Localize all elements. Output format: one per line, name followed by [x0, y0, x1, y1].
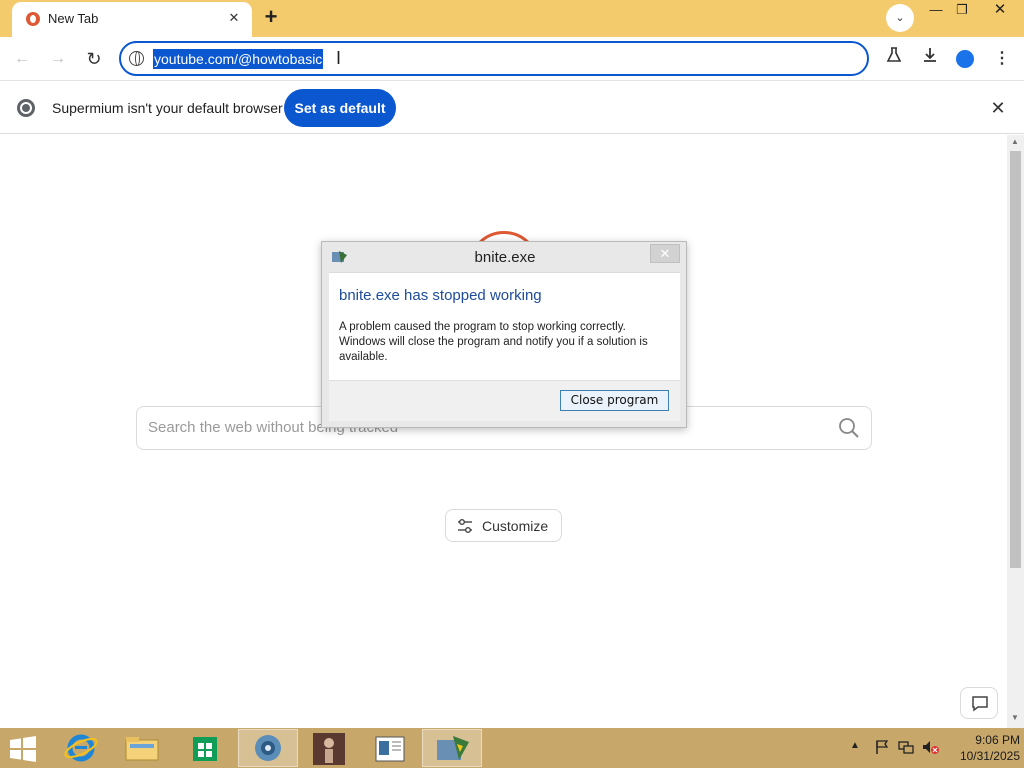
store-icon[interactable]: [175, 729, 235, 767]
browser-titlebar: New Tab ✕ + ⌄ — ❐ ✕: [0, 0, 1024, 37]
menu-icon[interactable]: ⋮: [989, 46, 1015, 72]
tray-overflow-icon[interactable]: ▲: [850, 740, 860, 751]
default-browser-infobar: Supermium isn't your default browser Set…: [0, 82, 1024, 134]
labs-icon[interactable]: [881, 46, 907, 72]
file-explorer-icon[interactable]: [112, 729, 172, 767]
dialog-message: A problem caused the program to stop wor…: [339, 321, 648, 363]
taskbar-crashed-app[interactable]: [422, 729, 482, 767]
set-as-default-button[interactable]: Set as default: [284, 89, 396, 127]
volume-muted-icon[interactable]: [922, 739, 940, 755]
network-icon[interactable]: [898, 739, 914, 755]
dialog-close-button[interactable]: ✕: [650, 244, 680, 263]
window-close-button[interactable]: ✕: [980, 0, 1020, 22]
tab-search-button[interactable]: ⌄: [886, 4, 914, 32]
forward-button[interactable]: →: [44, 45, 72, 73]
chromium-icon: [17, 99, 35, 117]
close-program-button[interactable]: Close program: [560, 390, 669, 411]
clock-date[interactable]: 10/31/2025: [950, 749, 1020, 763]
duckduckgo-favicon-icon: [26, 12, 40, 26]
address-bar-url[interactable]: youtube.com/@howtobasic: [153, 49, 324, 69]
windows-taskbar: ▲ 9:06 PM 10/31/2025: [0, 728, 1024, 768]
feedback-button[interactable]: [960, 687, 998, 719]
new-tab-page: Search the web without being tracked Cus…: [0, 135, 1007, 728]
scroll-down-arrow-icon[interactable]: ▼: [1011, 713, 1019, 722]
customize-icon: [457, 518, 473, 534]
tab-title: New Tab: [48, 11, 99, 26]
window-restore-button[interactable]: ❐: [946, 0, 978, 22]
dialog-heading: bnite.exe has stopped working: [339, 287, 542, 304]
infobar-message: Supermium isn't your default browser: [52, 100, 283, 116]
profile-icon[interactable]: [952, 46, 978, 72]
taskbar-media-app[interactable]: [299, 729, 359, 767]
infobar-close-icon[interactable]: ✕: [986, 96, 1010, 120]
error-dialog: bnite.exe ✕ bnite.exe has stopped workin…: [321, 241, 687, 428]
scroll-thumb[interactable]: [1010, 151, 1021, 568]
dialog-footer: Close program: [329, 380, 680, 421]
dialog-body: bnite.exe has stopped working A problem …: [329, 272, 680, 380]
taskbar-document-app[interactable]: [360, 729, 420, 767]
windows-start-icon[interactable]: [6, 734, 40, 764]
taskbar-browser-app[interactable]: [238, 729, 298, 767]
tab-close-icon[interactable]: ✕: [225, 9, 243, 27]
scroll-up-arrow-icon[interactable]: ▲: [1011, 137, 1019, 146]
back-button[interactable]: ←: [8, 45, 36, 73]
text-cursor-icon: I: [336, 48, 342, 68]
customize-button[interactable]: Customize: [445, 509, 562, 542]
address-bar[interactable]: youtube.com/@howtobasic I: [119, 41, 869, 76]
download-icon[interactable]: [917, 46, 943, 72]
search-icon[interactable]: [838, 417, 860, 439]
tab-new-tab[interactable]: New Tab ✕: [12, 2, 252, 37]
reload-button[interactable]: ↻: [80, 45, 108, 73]
feedback-icon: [972, 696, 988, 712]
clock-time[interactable]: 9:06 PM: [950, 733, 1020, 747]
site-info-icon[interactable]: [129, 51, 144, 66]
page-scrollbar[interactable]: ▲ ▼: [1007, 135, 1024, 728]
new-tab-button[interactable]: +: [258, 5, 284, 31]
customize-label: Customize: [482, 518, 549, 534]
action-center-flag-icon[interactable]: [874, 739, 890, 755]
internet-explorer-icon[interactable]: [51, 729, 111, 767]
browser-toolbar: ← → ↻ youtube.com/@howtobasic I ⋮: [0, 37, 1024, 81]
dialog-title: bnite.exe: [474, 249, 536, 266]
